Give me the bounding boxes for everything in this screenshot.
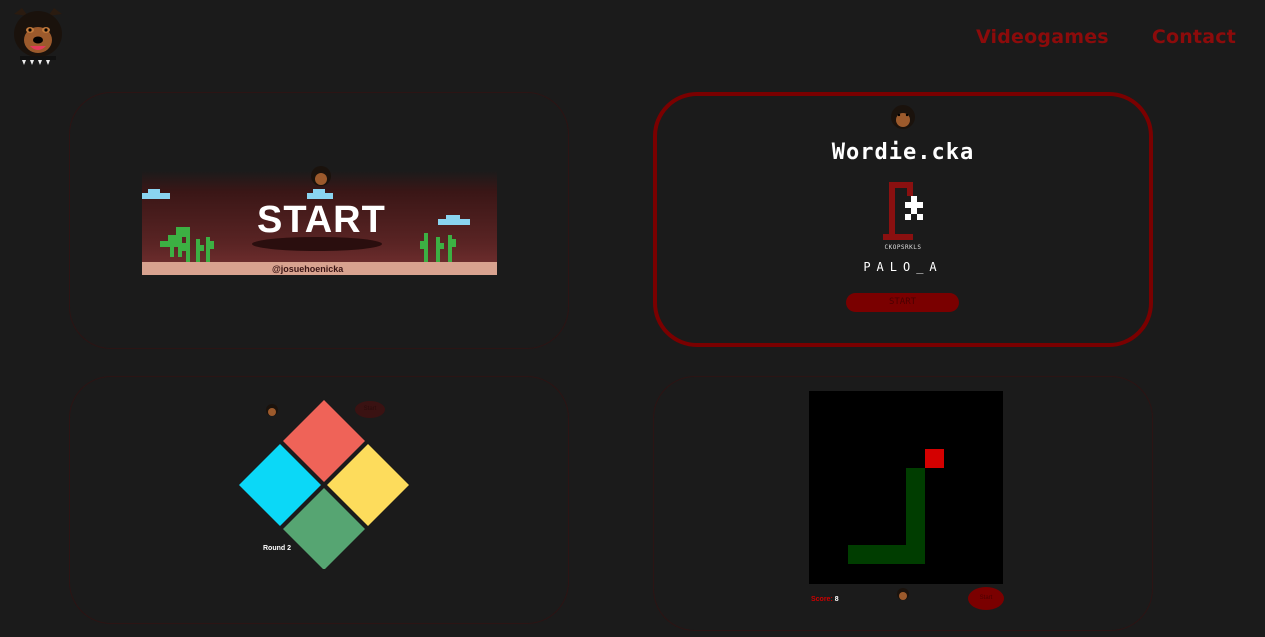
snake-body xyxy=(848,545,925,564)
snake-board[interactable] xyxy=(809,391,1003,584)
nav-link-contact[interactable]: Contact xyxy=(1152,26,1236,48)
cactus-icon xyxy=(420,233,456,263)
wordie-start-button[interactable]: START xyxy=(846,293,959,312)
snake-start-button[interactable]: Start xyxy=(968,587,1004,610)
cloud-icon xyxy=(142,189,170,199)
snake-score-label: Score: xyxy=(811,596,833,603)
snake-score-value: 8 xyxy=(834,596,839,603)
nav-link-videogames[interactable]: Videogames xyxy=(976,26,1109,48)
game-card-simon[interactable]: Start Round 2 xyxy=(69,376,569,624)
wordie-used-letters: CKOPSRKLS xyxy=(884,244,922,251)
wordie-word: PALO_A xyxy=(863,260,943,274)
site-logo[interactable] xyxy=(10,6,66,66)
snake-score: Score: 8 xyxy=(811,596,839,603)
cloud-icon xyxy=(438,215,470,225)
dino-start-label[interactable]: START xyxy=(257,199,386,242)
mini-logo-icon xyxy=(891,105,915,129)
snake-food xyxy=(925,449,944,468)
snake-canvas xyxy=(848,449,944,564)
mini-logo-icon xyxy=(897,588,909,600)
cactus-icon xyxy=(182,235,214,263)
game-card-wordie[interactable]: Wordie.cka CKOPSRKLS PALO_A START xyxy=(653,92,1153,347)
dino-handle: @josuehoenicka xyxy=(272,264,344,274)
simon-round-label: Round 2 xyxy=(263,545,291,552)
top-nav: Videogames Contact xyxy=(976,26,1236,48)
rottweiler-logo-icon xyxy=(14,8,62,65)
mini-logo-icon xyxy=(311,166,331,186)
cloud-icon xyxy=(307,189,333,199)
simon-board xyxy=(238,399,410,569)
wordie-title: Wordie.cka xyxy=(831,140,975,165)
dino-banner: START @josuehoenicka xyxy=(142,166,497,275)
game-card-snake[interactable]: Score: 8 Start xyxy=(653,376,1153,631)
hangman-icon xyxy=(883,182,923,240)
game-card-dino[interactable]: START @josuehoenicka xyxy=(69,92,569,349)
